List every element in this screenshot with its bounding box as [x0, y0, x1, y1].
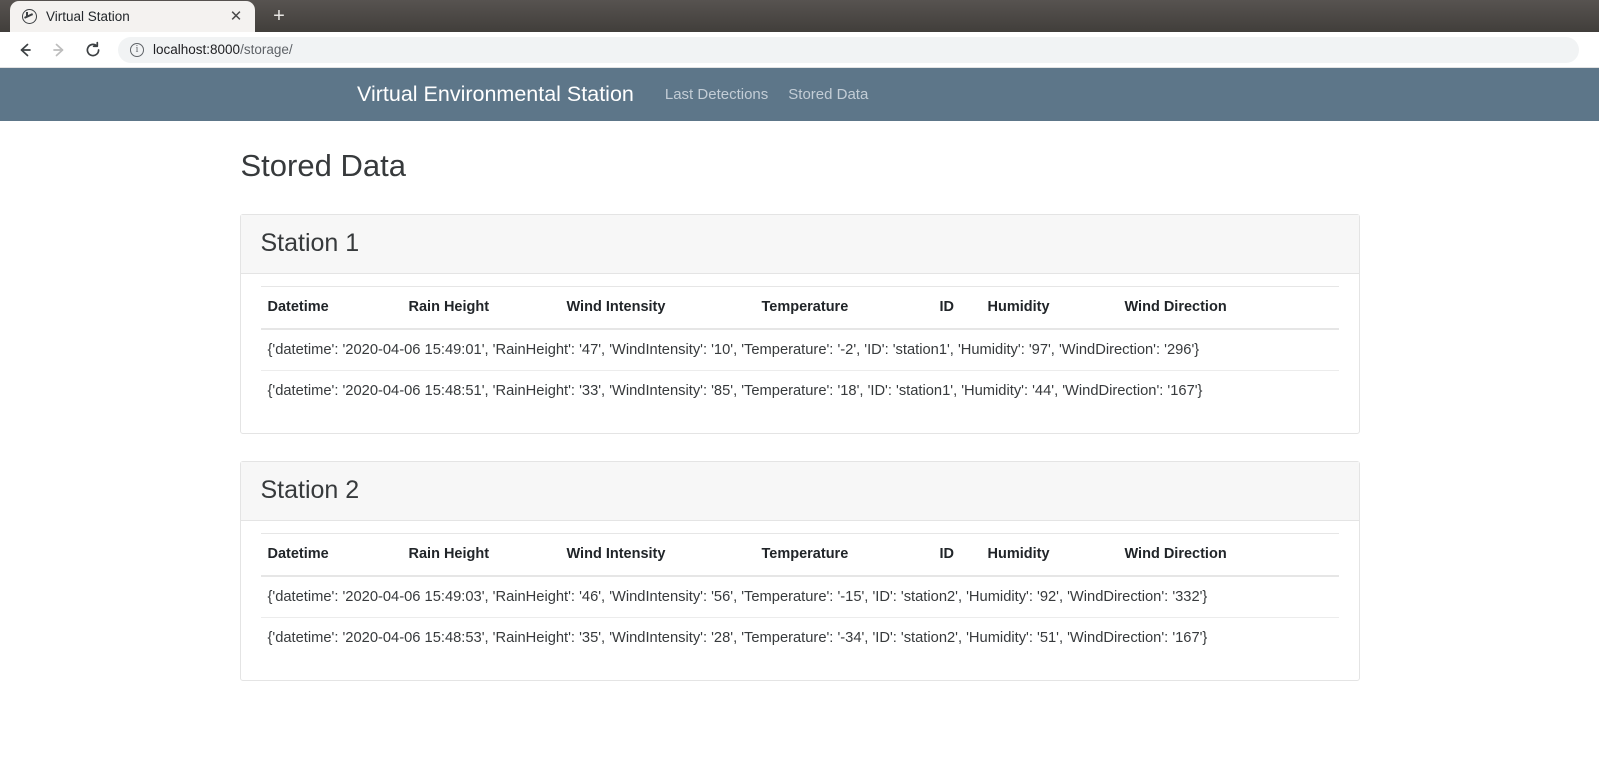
table-head: Datetime Rain Height Wind Intensity Temp… — [260, 286, 1339, 330]
column-header-wind-direction: Wind Direction — [1124, 286, 1339, 330]
address-bar[interactable]: i localhost:8000/storage/ — [118, 36, 1579, 63]
nav-link-stored-data[interactable]: Stored Data — [788, 86, 868, 103]
table-row: {'datetime': '2020-04-06 15:49:03', 'Rai… — [260, 576, 1339, 618]
station-card-header: Station 1 — [240, 215, 1359, 274]
url-path: /storage/ — [240, 42, 293, 57]
column-header-datetime: Datetime — [260, 533, 409, 577]
table-head: Datetime Rain Height Wind Intensity Temp… — [260, 533, 1339, 577]
nav-link-last-detections[interactable]: Last Detections — [665, 86, 768, 103]
reading-record: {'datetime': '2020-04-06 15:48:51', 'Rai… — [267, 383, 1203, 399]
browser-tab[interactable]: Virtual Station ✕ — [10, 1, 255, 32]
column-header-rain-height: Rain Height — [408, 533, 567, 577]
table-row: {'datetime': '2020-04-06 15:49:01', 'Rai… — [260, 329, 1339, 371]
tab-strip: Virtual Station ✕ + — [0, 0, 1599, 32]
column-header-wind-direction: Wind Direction — [1124, 533, 1339, 577]
table-row: {'datetime': '2020-04-06 15:48:53', 'Rai… — [261, 618, 1339, 659]
station-card-2: Station 2 Datetime Rain Height Wind Inte… — [239, 461, 1360, 681]
column-header-datetime: Datetime — [260, 286, 409, 330]
column-header-id: ID — [939, 533, 988, 577]
column-header-humidity: Humidity — [987, 533, 1125, 577]
url-host: localhost:8000 — [153, 42, 241, 57]
station-data-table: Datetime Rain Height Wind Intensity Temp… — [260, 533, 1339, 659]
station-data-table: Datetime Rain Height Wind Intensity Temp… — [260, 286, 1339, 412]
column-header-id: ID — [939, 286, 988, 330]
page-content: Virtual Environmental Station Last Detec… — [0, 68, 1599, 767]
reading-record: {'datetime': '2020-04-06 15:49:03', 'Rai… — [260, 576, 1339, 618]
browser-chrome: Virtual Station ✕ + i localhost:8000/sto… — [0, 0, 1599, 68]
column-header-temperature: Temperature — [761, 533, 940, 577]
page-title: Stored Data — [240, 148, 406, 183]
site-navbar: Virtual Environmental Station Last Detec… — [0, 68, 1599, 121]
address-bar-url: localhost:8000/storage/ — [153, 42, 293, 57]
forward-arrow-icon[interactable] — [44, 35, 74, 65]
column-header-wind-intensity: Wind Intensity — [566, 286, 762, 330]
station-card-1: Station 1 Datetime Rain Height Wind Inte… — [239, 214, 1360, 434]
main-container: Stored Data Station 1 Datetime Rain Heig… — [239, 121, 1360, 681]
column-header-wind-intensity: Wind Intensity — [566, 533, 762, 577]
reload-icon[interactable] — [78, 35, 108, 65]
browser-toolbar: i localhost:8000/storage/ — [0, 32, 1599, 68]
navbar-links: Last Detections Stored Data — [665, 86, 888, 103]
new-tab-button[interactable]: + — [264, 1, 294, 31]
station-card-body: Datetime Rain Height Wind Intensity Temp… — [241, 521, 1359, 680]
station-title: Station 1 — [260, 229, 360, 257]
column-header-temperature: Temperature — [761, 286, 940, 330]
navbar-brand[interactable]: Virtual Environmental Station — [357, 82, 634, 107]
table-header-row: Datetime Rain Height Wind Intensity Temp… — [260, 286, 1339, 330]
info-circle-icon[interactable]: i — [130, 42, 144, 57]
tab-title: Virtual Station — [46, 9, 130, 24]
column-header-rain-height: Rain Height — [408, 286, 567, 330]
column-header-humidity: Humidity — [987, 286, 1125, 330]
back-arrow-icon[interactable] — [10, 35, 40, 65]
table-body: {'datetime': '2020-04-06 15:49:01', 'Rai… — [260, 329, 1339, 412]
station-card-body: Datetime Rain Height Wind Intensity Temp… — [241, 274, 1359, 433]
reading-record: {'datetime': '2020-04-06 15:48:53', 'Rai… — [267, 630, 1208, 646]
reading-record: {'datetime': '2020-04-06 15:49:01', 'Rai… — [260, 329, 1339, 371]
table-header-row: Datetime Rain Height Wind Intensity Temp… — [260, 533, 1339, 577]
globe-icon — [22, 9, 37, 24]
station-title: Station 2 — [260, 476, 360, 504]
station-card-header: Station 2 — [240, 462, 1359, 521]
table-row: {'datetime': '2020-04-06 15:48:51', 'Rai… — [261, 371, 1339, 412]
table-body: {'datetime': '2020-04-06 15:49:03', 'Rai… — [260, 576, 1339, 659]
close-icon[interactable]: ✕ — [227, 8, 245, 26]
